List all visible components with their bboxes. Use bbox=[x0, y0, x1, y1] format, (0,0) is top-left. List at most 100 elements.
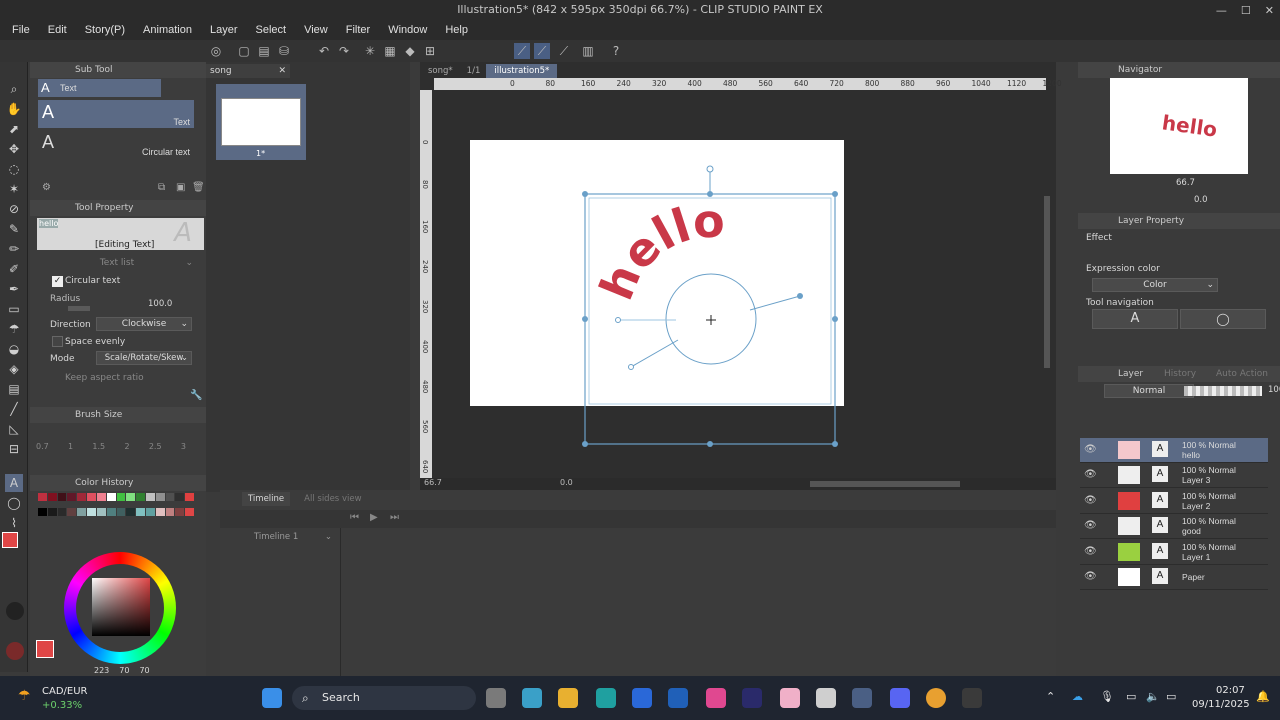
clock-time[interactable]: 02:07 bbox=[1216, 685, 1245, 696]
vertical-scrollbar[interactable] bbox=[1044, 196, 1050, 368]
expression-color-select[interactable]: Color ⌄ bbox=[1092, 278, 1218, 292]
color-swatch[interactable] bbox=[106, 493, 116, 501]
snap-ruler-icon[interactable]: ⟋ bbox=[514, 43, 530, 59]
crop-icon[interactable]: ⊞ bbox=[422, 43, 438, 59]
blend-tool-icon[interactable]: ☂ bbox=[5, 320, 23, 338]
minimize-icon[interactable]: — bbox=[1216, 4, 1227, 17]
close-icon[interactable]: ✕ bbox=[278, 64, 286, 78]
rotate-handle[interactable] bbox=[706, 165, 714, 173]
timeline-tab[interactable]: Timeline bbox=[242, 492, 291, 506]
brush-size-value[interactable]: 1 bbox=[68, 442, 73, 451]
subtool-copy-icon[interactable]: ▣ bbox=[176, 182, 185, 193]
color-swatch[interactable] bbox=[96, 493, 106, 501]
direction-select[interactable]: Clockwise ⌄ bbox=[96, 317, 192, 331]
help-icon[interactable]: ? bbox=[608, 43, 624, 59]
color-swatch[interactable] bbox=[145, 507, 155, 516]
color-swatch[interactable] bbox=[185, 493, 194, 501]
snap-grid-icon[interactable]: ⟋ bbox=[556, 43, 572, 59]
color-swatch[interactable] bbox=[47, 507, 57, 516]
subtool-settings-icon[interactable]: ⚙ bbox=[42, 182, 51, 193]
discord-icon[interactable] bbox=[890, 688, 910, 708]
bucket-tool-icon[interactable]: ◈ bbox=[5, 360, 23, 378]
pencil-tool-icon[interactable]: ✏ bbox=[5, 240, 23, 258]
color-swatch[interactable] bbox=[38, 507, 47, 516]
new-file-icon[interactable]: ▢ bbox=[236, 43, 252, 59]
space-evenly-checkbox[interactable] bbox=[52, 336, 63, 347]
hand-tool-icon[interactable]: ✋ bbox=[5, 100, 23, 118]
tab-auto-action[interactable]: Auto Action bbox=[1216, 366, 1268, 382]
color-swatch[interactable] bbox=[155, 507, 165, 516]
brush-size-presets[interactable]: 0.7 1 1.5 2 2.5 3 bbox=[36, 442, 186, 451]
color-swatch[interactable] bbox=[77, 493, 87, 501]
app-icon[interactable] bbox=[522, 688, 542, 708]
color-swatch[interactable] bbox=[136, 493, 145, 501]
battery-icon[interactable]: ▭ bbox=[1166, 690, 1176, 703]
settings-icon[interactable] bbox=[962, 688, 982, 708]
eye-icon[interactable]: 👁 bbox=[1084, 546, 1097, 557]
task-view-icon[interactable] bbox=[486, 688, 506, 708]
layer-row[interactable]: 👁 A 100 % Normal good bbox=[1080, 514, 1268, 540]
fill-icon[interactable]: ▦ bbox=[382, 43, 398, 59]
subtool-group-text[interactable]: A Text bbox=[38, 79, 161, 97]
color-swatch[interactable] bbox=[116, 507, 126, 516]
taskbar-search[interactable]: ⌕ Search bbox=[292, 686, 476, 710]
layer-row[interactable]: 👁 A 100 % Normal Layer 3 bbox=[1080, 463, 1268, 489]
color-circle-icon[interactable] bbox=[6, 642, 24, 660]
brush-size-value[interactable]: 1.5 bbox=[92, 442, 105, 451]
airbrush-tool-icon[interactable]: ✒ bbox=[5, 280, 23, 298]
song-tab[interactable]: song ✕ bbox=[206, 64, 290, 78]
app-icon[interactable] bbox=[780, 688, 800, 708]
menu-edit[interactable]: Edit bbox=[42, 24, 73, 36]
menu-help[interactable]: Help bbox=[439, 24, 474, 36]
text-tool-icon[interactable]: A bbox=[5, 474, 23, 492]
zoom-tool-icon[interactable]: ⌕ bbox=[5, 80, 23, 98]
correct-line-icon[interactable]: ⌇ bbox=[5, 514, 23, 532]
layer-row[interactable]: 👁 A 100 % Normal hello bbox=[1080, 438, 1268, 463]
circular-text[interactable]: hello bbox=[589, 194, 725, 308]
transform-icon[interactable]: ◆ bbox=[402, 43, 418, 59]
eye-icon[interactable]: 👁 bbox=[1084, 495, 1097, 506]
color-swatch[interactable] bbox=[67, 507, 77, 516]
play-icon[interactable]: ▶ bbox=[370, 512, 378, 523]
move-tool-icon[interactable]: ✥ bbox=[5, 140, 23, 158]
redo-icon[interactable]: ↷ bbox=[336, 43, 352, 59]
menu-window[interactable]: Window bbox=[382, 24, 433, 36]
color-swatch[interactable] bbox=[77, 507, 87, 516]
gradient-tool-icon[interactable]: ▤ bbox=[5, 380, 23, 398]
menu-layer[interactable]: Layer bbox=[204, 24, 244, 36]
app-icon[interactable] bbox=[706, 688, 726, 708]
tab-layer[interactable]: Layer bbox=[1118, 366, 1143, 382]
eye-icon[interactable]: 👁 bbox=[1084, 520, 1097, 531]
ruler-tool-icon[interactable]: ⊟ bbox=[5, 440, 23, 458]
brush-size-value[interactable]: 0.7 bbox=[36, 442, 49, 451]
eye-icon[interactable]: 👁 bbox=[1084, 469, 1097, 480]
menu-story[interactable]: Story(P) bbox=[79, 24, 131, 36]
color-swatch[interactable] bbox=[67, 493, 77, 501]
eye-icon[interactable]: 👁 bbox=[1084, 444, 1097, 455]
text-list-dropdown[interactable]: Text list ⌄ bbox=[37, 256, 197, 270]
premiere-icon[interactable] bbox=[742, 688, 762, 708]
tool-nav-text-button[interactable]: A bbox=[1092, 309, 1178, 329]
pen-tool-icon[interactable]: ✎ bbox=[5, 220, 23, 238]
network-icon[interactable]: ▭ bbox=[1126, 690, 1136, 703]
clip-studio-taskbar-icon[interactable] bbox=[852, 688, 872, 708]
file-explorer-icon[interactable] bbox=[558, 688, 578, 708]
ticker-label[interactable]: CAD/EUR bbox=[42, 686, 87, 697]
tablet-icon[interactable]: ▥ bbox=[580, 43, 596, 59]
color-swatch[interactable] bbox=[175, 507, 185, 516]
radius-handle[interactable] bbox=[615, 317, 621, 323]
color-swatch[interactable] bbox=[155, 493, 165, 501]
menu-view[interactable]: View bbox=[298, 24, 334, 36]
color-swatch[interactable] bbox=[96, 507, 106, 516]
page-thumbnail[interactable]: 1* bbox=[216, 84, 306, 160]
blend-mode-select[interactable]: Normal⌄ bbox=[1104, 384, 1194, 398]
all-sides-tab[interactable]: All sides view bbox=[298, 492, 367, 506]
navigator-zoom[interactable]: 66.7 bbox=[1176, 178, 1195, 188]
canvas-overlay[interactable]: hello bbox=[420, 62, 1056, 490]
color-swatch[interactable] bbox=[165, 493, 175, 501]
subtool-item-circular[interactable]: A Circular text bbox=[38, 130, 194, 158]
magic-wand-icon[interactable]: ✶ bbox=[5, 180, 23, 198]
zoom-readout[interactable]: 66.7 bbox=[424, 478, 442, 487]
cloud-icon[interactable]: ☁ bbox=[1072, 690, 1083, 703]
brush-size-value[interactable]: 2.5 bbox=[149, 442, 162, 451]
